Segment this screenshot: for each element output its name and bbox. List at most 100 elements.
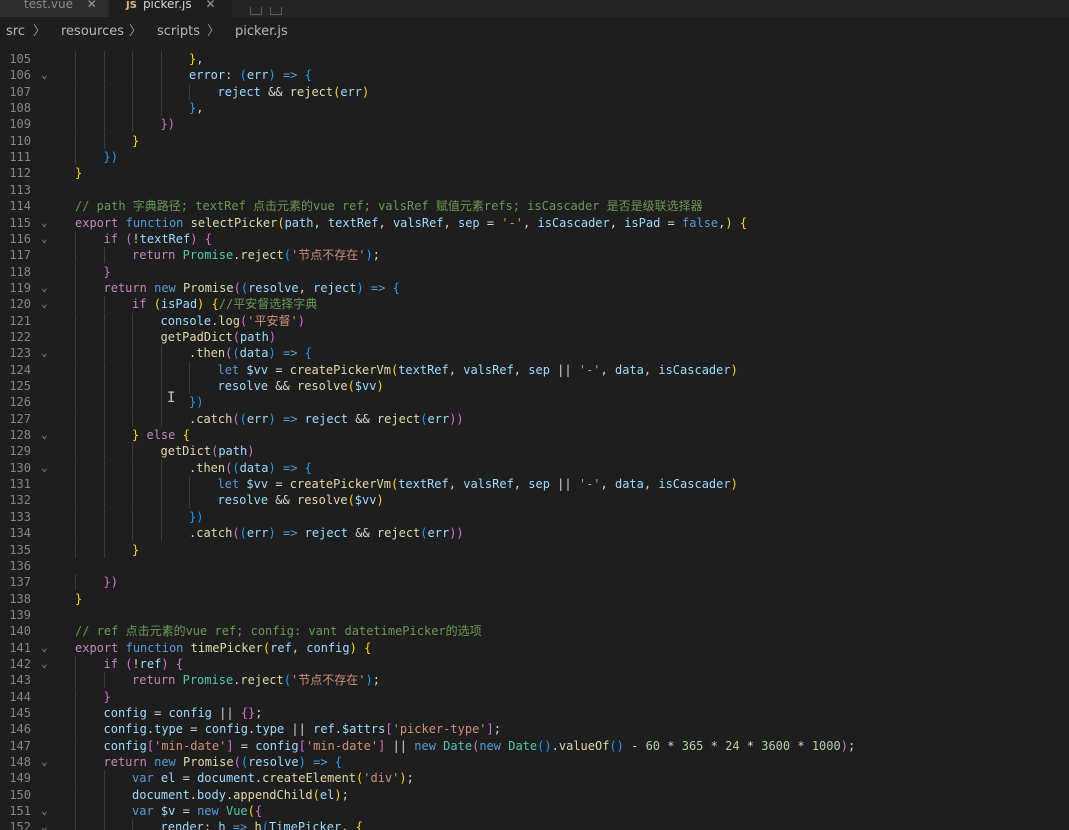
code-line[interactable]: 115 ⌄ export function selectPicker(path, t… (0, 215, 1069, 231)
code-line[interactable]: 145 config = config || {}; (0, 705, 1069, 721)
line-number: 123 (9, 346, 31, 361)
fold-chevron-icon[interactable]: ⌄ (41, 656, 48, 672)
code-line[interactable]: 125 resolve && resolve($vv) (0, 378, 1069, 394)
fold-chevron-icon[interactable]: ⌄ (41, 640, 48, 656)
code-token: ( (312, 787, 320, 802)
code-line[interactable]: 151 ⌄ var $v = new Vue({ (0, 803, 1069, 820)
code-line[interactable]: 139 (0, 607, 1069, 623)
code-line[interactable]: 111}) (0, 149, 1069, 166)
code-line[interactable]: 135} (0, 541, 1069, 558)
code-line[interactable]: 110} (0, 132, 1069, 149)
code-line[interactable]: 118} (0, 263, 1069, 280)
code-line[interactable]: 116 ⌄ if (!textRef) { (0, 230, 1069, 247)
code-line[interactable]: 152 ⌄ render: h => h(TimePicker, { (0, 819, 1069, 830)
code-token: var (132, 804, 154, 819)
code-token: timePicker (190, 640, 263, 655)
code-line[interactable]: 114 // path 字典路径; textRef 点击元素的vue ref; v… (0, 198, 1069, 214)
close-icon[interactable]: ✕ (205, 0, 215, 10)
code-token: let (217, 362, 240, 377)
code-token: , (523, 215, 538, 230)
code-line[interactable]: 106 ⌄ error: (err) => { (0, 67, 1069, 84)
code-line[interactable]: 126}) (0, 394, 1069, 411)
code-line[interactable]: 128 ⌄} else { (0, 427, 1069, 444)
code-line[interactable]: 112} (0, 165, 1069, 181)
code-line[interactable]: 143 return Promise.reject('节点不存在'); (0, 672, 1069, 689)
fold-chevron-icon[interactable]: ⌄ (41, 819, 48, 830)
code-line[interactable]: 134 .catch((err) => reject && reject(err)… (0, 525, 1069, 542)
split-editor-icon[interactable] (250, 7, 262, 15)
code-line[interactable]: 131 let $vv = createPickerVm(textRef, val… (0, 476, 1069, 493)
code-token: el (319, 787, 335, 802)
fold-chevron-icon[interactable]: ⌄ (41, 460, 48, 476)
code-line[interactable]: 120 ⌄ if (isPad) {//平安督选择字典 (0, 296, 1069, 313)
code-token: catch (196, 411, 233, 426)
more-actions-icon[interactable] (270, 7, 282, 15)
code-token: , (513, 362, 529, 377)
code-token: isCascader (537, 215, 610, 230)
code-token: 60 (645, 738, 661, 753)
code-line[interactable]: 107 reject && reject(err) (0, 83, 1069, 100)
code-line[interactable]: 146 config.type = config.type || ref.$att… (0, 721, 1069, 738)
code-line[interactable]: 130 ⌄ .then((data) => { (0, 459, 1069, 476)
tab-test-vue[interactable]: test.vue ✕ (0, 0, 108, 17)
code-line[interactable]: 150 document.body.appendChild(el); (0, 786, 1069, 803)
code-line[interactable]: 137}) (0, 574, 1069, 591)
code-token: ; (406, 771, 414, 786)
code-line[interactable]: 147 config['min-date'] = config['min-date… (0, 737, 1069, 754)
fold-chevron-icon[interactable]: ⌄ (41, 803, 48, 819)
code-line[interactable]: 136 (0, 558, 1069, 574)
code-line[interactable]: 140 // ref 点击元素的vue ref; config: vant dat… (0, 623, 1069, 639)
code-line[interactable]: 138} (0, 591, 1069, 607)
code-line[interactable]: 117 return Promise.reject('节点不存在'); (0, 247, 1069, 264)
fold-chevron-icon[interactable]: ⌄ (41, 345, 48, 361)
code-token: textRef (398, 362, 449, 377)
code-token: reject (217, 84, 261, 99)
code-line[interactable]: 119 ⌄ return new Promise((resolve, reject)… (0, 279, 1069, 296)
fold-chevron-icon[interactable]: ⌄ (41, 296, 48, 312)
code-token: resolve (248, 280, 299, 295)
code-token: Date (508, 738, 538, 753)
code-line[interactable]: 121 console.log('平安督') (0, 312, 1069, 329)
code-line[interactable]: 133}) (0, 508, 1069, 525)
code-token: , (643, 477, 659, 492)
breadcrumb-item-src[interactable]: src (6, 17, 25, 46)
fold-chevron-icon[interactable]: ⌄ (41, 215, 48, 231)
close-icon[interactable]: ✕ (87, 0, 97, 10)
code-line[interactable]: 124 let $vv = createPickerVm(textRef, val… (0, 361, 1069, 378)
code-line[interactable]: 149 var el = document.createElement('div'… (0, 770, 1069, 787)
code-token: type (255, 722, 285, 737)
code-text: export function timePicker(ref, config) … (75, 640, 371, 656)
fold-chevron-icon[interactable]: ⌄ (41, 427, 48, 443)
code-line[interactable]: 123 ⌄ .then((data) => { (0, 345, 1069, 362)
code-line[interactable]: 144} (0, 688, 1069, 705)
code-token: && (268, 493, 297, 508)
line-number: 134 (9, 526, 31, 541)
code-line[interactable]: 132 resolve && resolve($vv) (0, 492, 1069, 509)
fold-chevron-icon[interactable]: ⌄ (41, 231, 48, 247)
fold-chevron-icon[interactable]: ⌄ (41, 754, 48, 770)
fold-chevron-icon[interactable]: ⌄ (41, 280, 48, 296)
fold-chevron-icon[interactable]: ⌄ (41, 67, 48, 83)
indent-guide (75, 394, 76, 411)
code-line[interactable]: 122 getPadDict(path) (0, 328, 1069, 345)
code-token: ( (277, 215, 285, 230)
code-line[interactable]: 113 (0, 182, 1069, 198)
code-line[interactable]: 109}) (0, 116, 1069, 133)
code-line[interactable]: 108}, (0, 100, 1069, 117)
breadcrumb-item-picker-js[interactable]: picker.js (235, 17, 288, 46)
code-token: ( (283, 673, 291, 688)
tab-picker-js[interactable]: JS picker.js ✕ (110, 0, 232, 17)
code-line[interactable]: 142 ⌄ if (!ref) { (0, 655, 1069, 672)
breadcrumb-item-scripts[interactable]: scripts (157, 17, 200, 46)
code-line[interactable]: 141 ⌄ export function timePicker(ref, conf… (0, 640, 1069, 656)
code-line[interactable]: 129 getDict(path) (0, 443, 1069, 460)
code-line[interactable]: 105}, (0, 51, 1069, 67)
code-line[interactable]: 127 .catch((err) => reject && reject(err)… (0, 410, 1069, 427)
breadcrumb-item-resources[interactable]: resources (61, 17, 124, 46)
code-token: { (392, 280, 400, 295)
code-line[interactable]: 148 ⌄ return new Promise((resolve) => { (0, 754, 1069, 771)
code-editor[interactable]: I 105}, 106 ⌄ error: (err) => {107 reject &&… (0, 48, 1069, 830)
code-token: ( (240, 280, 249, 295)
